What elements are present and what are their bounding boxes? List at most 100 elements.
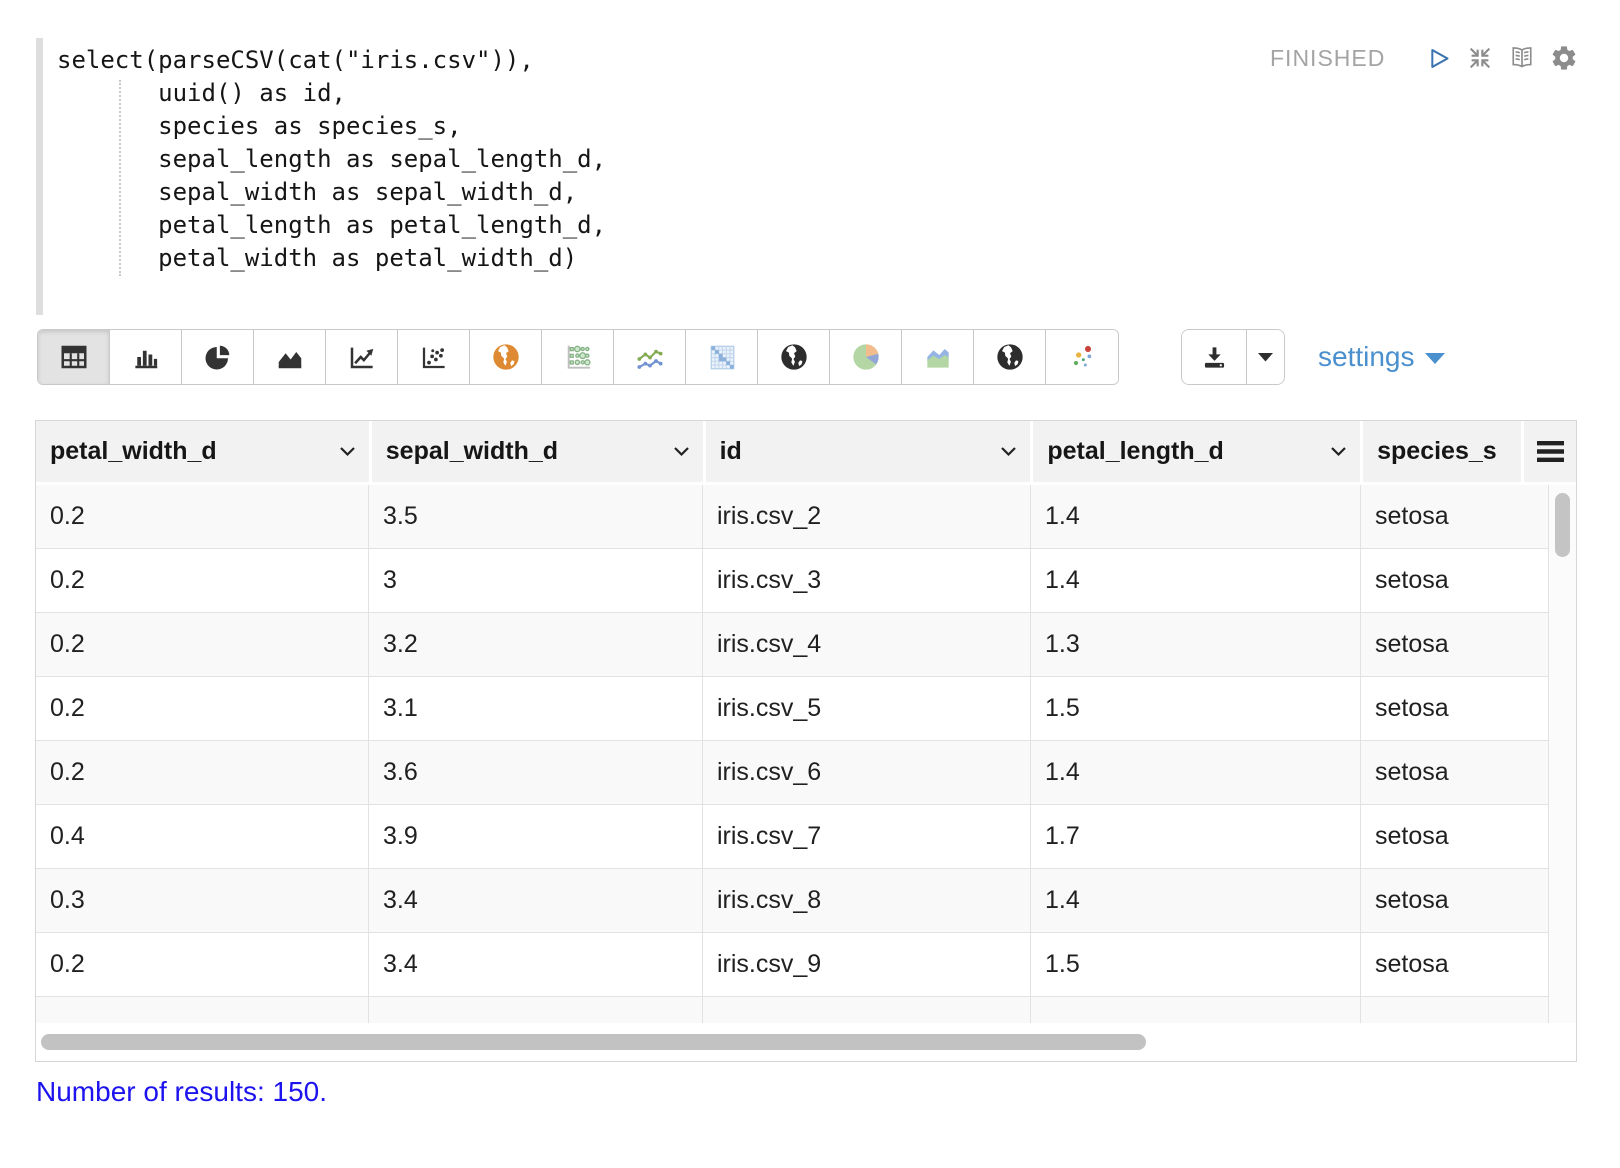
paragraph-controls: FINISHED	[1270, 40, 1579, 76]
cell: 1.4	[1031, 485, 1361, 549]
cell: setosa	[1361, 741, 1549, 805]
settings-link[interactable]: settings	[1318, 341, 1445, 373]
cell: 0.2	[36, 485, 369, 549]
cell: 0.4	[36, 805, 369, 869]
cell: 3.6	[369, 741, 703, 805]
gear-icon	[1552, 46, 1576, 70]
line-chart-icon	[350, 347, 373, 369]
table-row: 0.2 3.5 iris.csv_2 1.4 setosa	[36, 485, 1576, 549]
vertical-scrollbar-thumb[interactable]	[1555, 493, 1570, 557]
collapse-button[interactable]	[1465, 43, 1495, 73]
cell: 0.2	[36, 677, 369, 741]
cell: 0.2	[36, 741, 369, 805]
pie-colored-icon	[852, 344, 879, 370]
cell	[36, 997, 369, 1023]
download-button[interactable]	[1182, 330, 1246, 384]
viz-multi-line-button[interactable]	[614, 330, 686, 384]
cell: iris.csv_4	[703, 613, 1031, 677]
globe-orange-icon	[492, 344, 519, 370]
code-line: sepal_width as sepal_width_d,	[57, 178, 578, 206]
cell: 3.4	[369, 933, 703, 997]
indent-guide	[119, 80, 121, 276]
code-line: petal_length as petal_length_d,	[57, 211, 607, 239]
bubble-matrix-icon	[567, 345, 591, 369]
column-header-petal_width_d[interactable]: petal_width_d	[36, 421, 369, 482]
viz-area-chart-button[interactable]	[254, 330, 326, 384]
viz-toolbar: settings	[37, 329, 1445, 385]
viz-table-button[interactable]	[38, 330, 110, 384]
settings-caret-icon	[1424, 353, 1445, 364]
code-editor[interactable]: select(parseCSV(cat("iris.csv")), uuid()…	[36, 38, 1177, 315]
cell: iris.csv_6	[703, 741, 1031, 805]
table-row: 0.2 3 iris.csv_3 1.4 setosa	[36, 549, 1576, 613]
viz-heatmap-button[interactable]	[686, 330, 758, 384]
viz-area-colored-button[interactable]	[902, 330, 974, 384]
code-line: sepal_length as sepal_length_d,	[57, 145, 607, 173]
column-header-petal_length_d[interactable]: petal_length_d	[1033, 421, 1361, 482]
cell: setosa	[1361, 677, 1549, 741]
cell: 0.2	[36, 933, 369, 997]
viz-scatter-chart-button[interactable]	[398, 330, 470, 384]
column-label: petal_length_d	[1047, 437, 1224, 465]
bar-chart-icon	[134, 350, 157, 369]
viz-bar-chart-button[interactable]	[110, 330, 182, 384]
cell: 3.1	[369, 677, 703, 741]
scatter-colored-icon	[1073, 345, 1092, 367]
table-row: 0.3 3.4 iris.csv_8 1.4 setosa	[36, 869, 1576, 933]
scatter-chart-icon	[422, 347, 445, 369]
chevron-down-icon[interactable]	[1000, 446, 1017, 457]
show-editor-button[interactable]	[1507, 43, 1537, 73]
viz-pie-colored-button[interactable]	[830, 330, 902, 384]
download-split-button	[1181, 329, 1285, 385]
chevron-down-icon[interactable]	[339, 446, 356, 457]
cell: 1.4	[1031, 869, 1361, 933]
viz-map-dark-2-button[interactable]	[974, 330, 1046, 384]
horizontal-scrollbar-thumb[interactable]	[41, 1034, 1146, 1050]
viz-scatter-colored-button[interactable]	[1046, 330, 1118, 384]
cell: iris.csv_3	[703, 549, 1031, 613]
settings-label: settings	[1318, 341, 1415, 372]
cell	[703, 997, 1031, 1023]
cell: 0.2	[36, 549, 369, 613]
column-label: species_s	[1377, 437, 1497, 465]
horizontal-scrollbar-track	[36, 1023, 1576, 1061]
viz-pie-chart-button[interactable]	[182, 330, 254, 384]
run-button[interactable]	[1423, 43, 1453, 73]
heatmap-grid-icon	[710, 345, 734, 370]
code-line: select(parseCSV(cat("iris.csv")),	[57, 46, 534, 74]
cell	[369, 997, 703, 1023]
cell: 0.3	[36, 869, 369, 933]
cell: iris.csv_9	[703, 933, 1031, 997]
viz-line-chart-button[interactable]	[326, 330, 398, 384]
cell: 3.4	[369, 869, 703, 933]
chevron-down-icon[interactable]	[673, 446, 690, 457]
download-options-button[interactable]	[1246, 330, 1284, 384]
viz-map-dark-button[interactable]	[758, 330, 830, 384]
caret-down-icon	[1258, 352, 1273, 361]
chevron-down-icon[interactable]	[1330, 446, 1347, 457]
viz-bubble-matrix-button[interactable]	[542, 330, 614, 384]
cell: setosa	[1361, 805, 1549, 869]
cell: setosa	[1361, 869, 1549, 933]
table-row: 0.2 3.6 iris.csv_6 1.4 setosa	[36, 741, 1576, 805]
code-line: species as species_s,	[57, 112, 462, 140]
viz-map-orange-button[interactable]	[470, 330, 542, 384]
globe-dark-icon	[996, 344, 1023, 370]
download-icon	[1204, 346, 1224, 368]
table-menu-button[interactable]	[1524, 421, 1576, 482]
column-header-sepal_width_d[interactable]: sepal_width_d	[371, 421, 703, 482]
table-icon	[61, 345, 86, 369]
area-colored-icon	[926, 349, 949, 368]
paragraph-settings-button[interactable]	[1549, 43, 1579, 73]
table-row: 0.4 3.9 iris.csv_7 1.7 setosa	[36, 805, 1576, 869]
cell: 1.5	[1031, 677, 1361, 741]
cell: setosa	[1361, 549, 1549, 613]
vertical-scrollbar-track	[1548, 485, 1576, 1023]
column-header-id[interactable]: id	[705, 421, 1031, 482]
hamburger-icon	[1536, 441, 1564, 462]
column-header-species_s[interactable]: species_s	[1363, 421, 1522, 482]
table-header-row: petal_width_d sepal_width_d id petal_len…	[36, 421, 1576, 485]
table-row: 0.2 3.1 iris.csv_5 1.5 setosa	[36, 677, 1576, 741]
cell: setosa	[1361, 933, 1549, 997]
code-line: petal_width as petal_width_d)	[57, 244, 578, 272]
